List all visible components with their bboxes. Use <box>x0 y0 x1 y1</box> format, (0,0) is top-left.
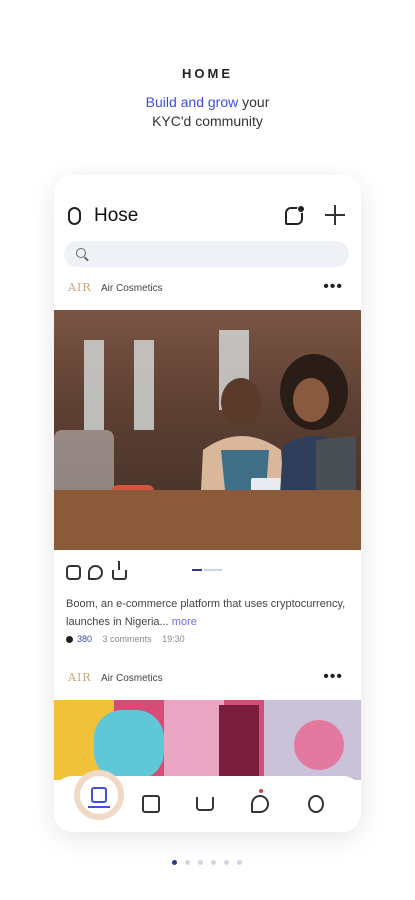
wallet-icon[interactable] <box>142 795 160 813</box>
page-title: HOME <box>182 66 233 81</box>
image-table <box>54 490 361 550</box>
add-post-icon[interactable] <box>325 205 345 225</box>
pager-dot[interactable] <box>198 860 203 865</box>
image-window <box>84 340 104 430</box>
app-name: Hose <box>94 205 139 226</box>
post-image[interactable] <box>54 700 361 780</box>
search-input[interactable] <box>94 241 339 267</box>
search-bar[interactable] <box>64 241 349 267</box>
phone-mockup: Hose AIR Air Cosmetics ••• Boom, an e-co… <box>54 175 361 832</box>
nav-feed-active[interactable] <box>74 770 124 820</box>
pager-dot[interactable] <box>185 860 190 865</box>
more-link[interactable]: more <box>169 616 197 628</box>
more-options-icon[interactable]: ••• <box>323 669 343 685</box>
pager-dot-active[interactable] <box>172 860 177 865</box>
carousel-dot <box>204 569 222 571</box>
search-icon <box>76 248 86 258</box>
feed-icon <box>88 787 110 808</box>
brand-logo: AIR <box>68 671 92 684</box>
paint-stroke <box>294 720 344 770</box>
image-carousel-indicator <box>192 569 222 571</box>
likes-icon <box>66 636 73 644</box>
share-icon[interactable] <box>112 561 127 580</box>
pager-dot[interactable] <box>237 860 242 865</box>
post-meta: 380 3 comments 19:30 <box>66 634 193 646</box>
post-actions <box>66 561 347 585</box>
notification-icon[interactable] <box>251 789 269 813</box>
profile-icon[interactable] <box>308 795 324 813</box>
app-logo-icon <box>68 207 81 225</box>
comments-count[interactable]: 3 comments <box>103 634 152 644</box>
brand-name[interactable]: Air Cosmetics <box>101 283 163 294</box>
paint-stroke <box>94 710 164 780</box>
app-header: Hose <box>68 203 347 229</box>
post-header: AIR Air Cosmetics ••• <box>68 669 347 691</box>
bookmark-icon[interactable] <box>66 565 81 580</box>
post-caption: Boom, an e-commerce platform that uses c… <box>66 595 347 631</box>
hero-subtitle: Build and grow your KYC'd community <box>0 93 415 131</box>
cart-icon[interactable] <box>196 797 214 811</box>
post-image[interactable] <box>54 310 361 550</box>
comment-icon[interactable] <box>88 565 103 580</box>
chat-icon[interactable] <box>285 205 305 225</box>
paint-stroke <box>219 705 259 780</box>
pager-dot[interactable] <box>224 860 229 865</box>
carousel-dot-active <box>192 569 202 571</box>
brand-name[interactable]: Air Cosmetics <box>101 673 163 684</box>
likes-count[interactable]: 380 <box>77 634 92 644</box>
post-header: AIR Air Cosmetics ••• <box>68 279 347 301</box>
more-options-icon[interactable]: ••• <box>323 279 343 295</box>
hero-subtitle-line2: KYC'd community <box>152 113 263 129</box>
paint-stroke <box>164 700 224 780</box>
hero-subtitle-accent: Build and grow <box>145 94 239 110</box>
pager-dot[interactable] <box>211 860 216 865</box>
bottom-nav <box>54 770 361 832</box>
onboarding-pager <box>172 858 248 868</box>
image-window <box>134 340 154 430</box>
post-time: 19:30 <box>162 634 185 644</box>
caption-text: Boom, an e-commerce platform that uses c… <box>66 598 346 628</box>
brand-logo: AIR <box>68 281 92 294</box>
hero-subtitle-rest: your <box>238 94 270 110</box>
